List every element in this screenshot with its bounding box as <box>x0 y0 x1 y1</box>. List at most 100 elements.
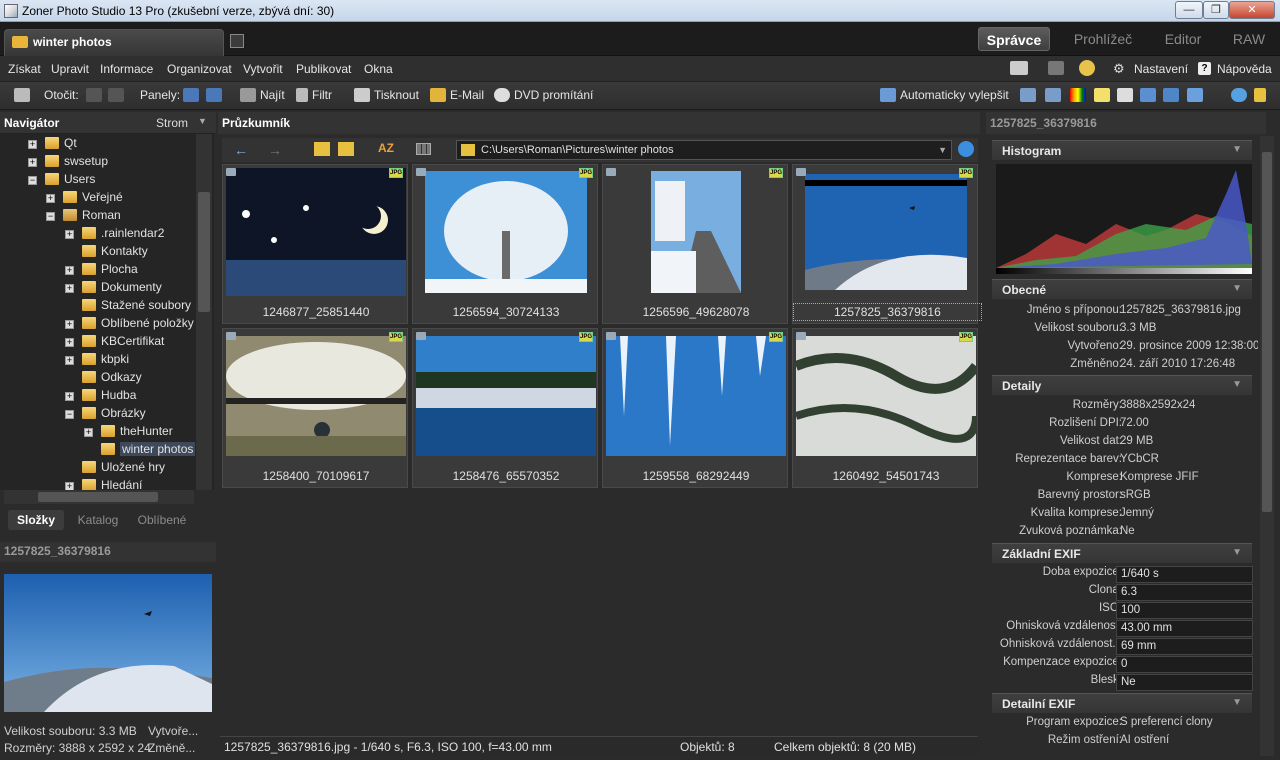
scroll-thumb[interactable] <box>198 192 210 312</box>
info-value[interactable]: 6.3 <box>1116 584 1253 601</box>
folder-up-icon[interactable] <box>314 142 330 156</box>
menu-publikovat[interactable]: Publikovat <box>296 62 351 76</box>
email-button[interactable]: E-Mail <box>430 88 484 102</box>
convert-icon[interactable] <box>1187 88 1207 102</box>
info-scrollbar[interactable] <box>1260 136 1274 756</box>
tree-item[interactable]: + Qt <box>28 134 77 152</box>
tree-item[interactable]: + Oblíbené položky <box>65 314 194 332</box>
back-icon[interactable]: ← <box>234 142 248 158</box>
menu-okna[interactable]: Okna <box>364 62 393 76</box>
dvd-button[interactable]: DVD promítání <box>494 88 593 102</box>
tree-horizontal-scrollbar[interactable] <box>4 490 194 504</box>
info-value[interactable]: 0 <box>1116 656 1253 673</box>
tree-item[interactable]: + KBCertifikat <box>65 332 164 350</box>
general-header[interactable]: Obecné ▼ <box>992 279 1252 299</box>
tab-oblibene[interactable]: Oblíbené <box>132 510 192 530</box>
thumbnail-cell[interactable]: JPG 1260492_54501743 <box>792 328 978 488</box>
tree-item[interactable]: Odkazy <box>82 368 142 386</box>
levels-icon[interactable] <box>1020 88 1040 102</box>
message-icon[interactable] <box>1048 61 1064 75</box>
tab-editor[interactable]: Editor <box>1156 27 1210 51</box>
rotate-left-icon[interactable] <box>86 88 106 102</box>
info-value[interactable]: 43.00 mm <box>1116 620 1253 637</box>
sort-icon[interactable]: AZ <box>378 141 394 155</box>
menu-informace[interactable]: Informace <box>100 62 153 76</box>
menu-upravit[interactable]: Upravit <box>51 62 89 76</box>
sharpen-icon[interactable] <box>1117 88 1137 102</box>
info-value[interactable]: 1/640 s <box>1116 566 1253 583</box>
tree-item[interactable]: + Hudba <box>65 386 136 404</box>
close-button[interactable]: ✕ <box>1229 1 1275 19</box>
curves-icon[interactable] <box>1045 88 1065 102</box>
tree-item[interactable]: + Plocha <box>65 260 138 278</box>
tree-item[interactable]: + swsetup <box>28 152 108 170</box>
auto-enhance-button[interactable]: Automaticky vylepšit <box>880 88 1009 102</box>
settings-menu[interactable]: Nastavení <box>1134 62 1188 76</box>
filter-button[interactable]: Filtr <box>296 88 332 102</box>
panel-right-icon[interactable] <box>206 88 226 102</box>
rotate-right-icon[interactable] <box>108 88 128 102</box>
tree-item[interactable]: − Users <box>28 170 95 188</box>
new-tab-icon[interactable] <box>230 34 244 48</box>
scroll-thumb[interactable] <box>1262 152 1272 512</box>
tree-item[interactable]: + kbpki <box>65 350 129 368</box>
tree-item[interactable]: + .rainlendar2 <box>65 224 164 242</box>
print-button[interactable]: Tisknout <box>354 88 419 102</box>
batch-icon[interactable] <box>1163 88 1183 102</box>
detail-exif-header[interactable]: Detailní EXIF ▼ <box>992 693 1252 713</box>
view-icon[interactable] <box>416 143 431 155</box>
tree-vertical-scrollbar[interactable] <box>196 134 212 490</box>
tree-item[interactable]: + theHunter <box>84 422 173 440</box>
info-value[interactable]: 69 mm <box>1116 638 1253 655</box>
thumbnail-cell[interactable]: JPG 1259558_68292449 <box>602 328 788 488</box>
monitor-icon[interactable] <box>1010 61 1028 75</box>
info-value[interactable]: 100 <box>1116 602 1253 619</box>
tree-item[interactable]: Stažené soubory <box>82 296 191 314</box>
thumbnail-cell[interactable]: JPG 1246877_25851440 <box>222 164 408 324</box>
forward-icon[interactable]: → <box>268 142 282 158</box>
panel-left-icon[interactable] <box>183 88 203 102</box>
tree-item[interactable]: Uložené hry <box>82 458 165 476</box>
tab-prohlizec[interactable]: Prohlížeč <box>1066 27 1140 51</box>
thumbnail-cell[interactable]: JPG 1256594_30724133 <box>412 164 598 324</box>
details-header[interactable]: Detaily ▼ <box>992 375 1252 395</box>
camera-icon[interactable] <box>14 88 34 102</box>
thumbnail-cell-selected[interactable]: JPG 1257825_36379816 <box>792 164 982 324</box>
help-menu[interactable]: Nápověda <box>1217 62 1272 76</box>
info-value[interactable]: Ne <box>1116 674 1253 691</box>
tree-item[interactable]: + Hledání <box>65 476 142 490</box>
tab-spravce[interactable]: Správce <box>978 27 1050 51</box>
refresh-icon[interactable] <box>958 141 974 157</box>
thumbnail-cell[interactable]: JPG 1256596_49628078 <box>602 164 788 324</box>
tab-raw[interactable]: RAW <box>1226 27 1272 51</box>
gear-icon[interactable]: ⚙ <box>1113 61 1125 77</box>
thumbnail-cell[interactable]: JPG 1258400_70109617 <box>222 328 408 488</box>
tree-item-selected[interactable]: winter photos <box>101 440 196 458</box>
tab-slozky[interactable]: Složky <box>8 510 64 530</box>
minimize-button[interactable]: — <box>1175 1 1203 19</box>
scroll-thumb[interactable] <box>38 492 158 502</box>
document-tab[interactable]: winter photos <box>4 29 224 56</box>
menu-ziskat[interactable]: Získat <box>8 62 41 76</box>
tree-item[interactable]: + Dokumenty <box>65 278 162 296</box>
histogram-header[interactable]: Histogram ▼ <box>992 140 1252 160</box>
tree-item[interactable]: + Veřejné <box>46 188 123 206</box>
path-field[interactable]: C:\Users\Roman\Pictures\winter photos ▼ <box>456 140 952 160</box>
menu-organizovat[interactable]: Organizovat <box>167 62 232 76</box>
light-icon[interactable] <box>1094 88 1114 102</box>
favorite-folder-icon[interactable] <box>338 142 354 156</box>
thumbnail-cell[interactable]: JPG 1258476_65570352 <box>412 328 598 488</box>
zoom-in-icon[interactable] <box>1231 88 1251 102</box>
tree-item[interactable]: Kontakty <box>82 242 148 260</box>
chevron-down-icon[interactable]: ▼ <box>198 116 207 126</box>
exif-header[interactable]: Základní EXIF ▼ <box>992 543 1252 563</box>
color-icon[interactable] <box>1070 88 1090 102</box>
tree-item[interactable]: − Roman <box>46 206 121 224</box>
tree-mode-dropdown[interactable]: Strom <box>156 116 188 130</box>
chevron-down-icon[interactable]: ▼ <box>938 141 947 159</box>
maximize-button[interactable]: ❐ <box>1203 1 1229 19</box>
menu-vytvorit[interactable]: Vytvořit <box>243 62 283 76</box>
help-icon[interactable]: ? <box>1198 62 1211 75</box>
update-icon[interactable] <box>1079 60 1095 76</box>
more-icon[interactable] <box>1254 88 1270 102</box>
